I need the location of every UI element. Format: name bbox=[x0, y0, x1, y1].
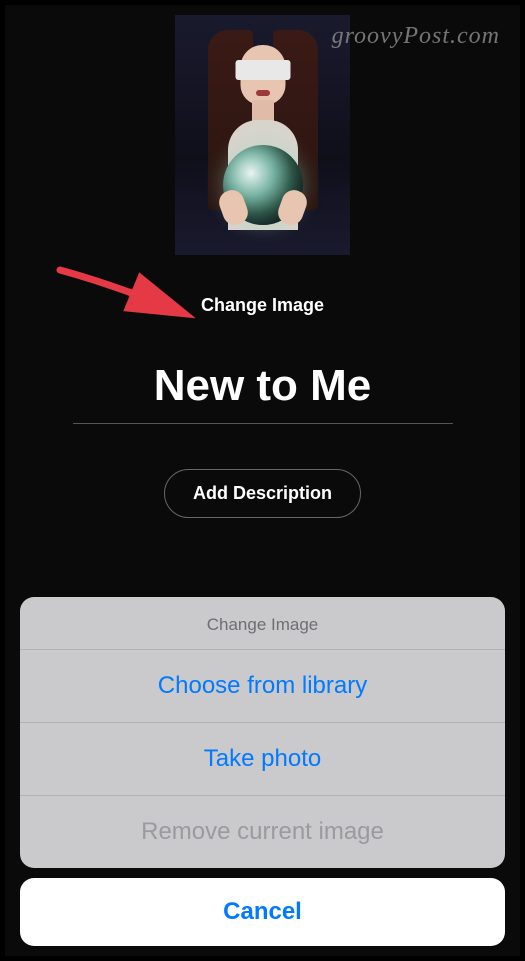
annotation-arrow-icon bbox=[55, 265, 195, 325]
cancel-button[interactable]: Cancel bbox=[20, 878, 505, 946]
choose-from-library-option[interactable]: Choose from library bbox=[20, 650, 505, 723]
change-image-button[interactable]: Change Image bbox=[201, 295, 324, 316]
action-sheet: Change Image Choose from library Take ph… bbox=[10, 587, 515, 956]
take-photo-option[interactable]: Take photo bbox=[20, 723, 505, 796]
playlist-title-input[interactable] bbox=[73, 361, 453, 424]
watermark-text: groovyPost.com bbox=[332, 23, 500, 50]
action-sheet-title: Change Image bbox=[20, 597, 505, 650]
add-description-button[interactable]: Add Description bbox=[164, 469, 361, 518]
remove-current-image-option[interactable]: Remove current image bbox=[20, 796, 505, 868]
playlist-cover-image[interactable] bbox=[175, 15, 350, 255]
